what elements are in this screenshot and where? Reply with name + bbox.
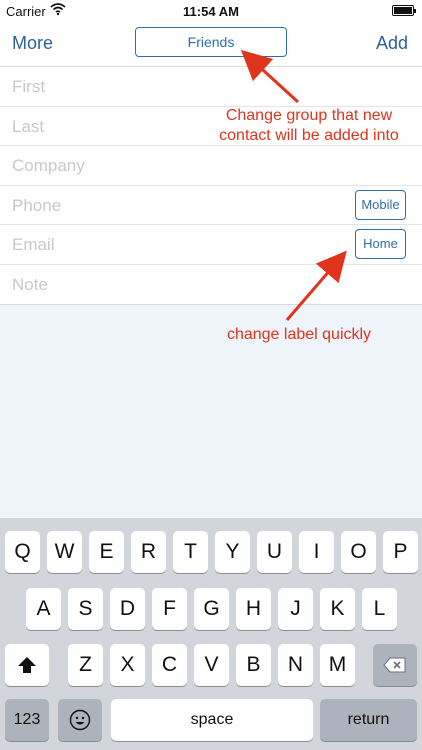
- key-f[interactable]: F: [152, 588, 187, 630]
- key-w[interactable]: W: [47, 531, 82, 573]
- key-y[interactable]: Y: [215, 531, 250, 573]
- annotation-arrows: [240, 49, 347, 321]
- key-t[interactable]: T: [173, 531, 208, 573]
- key-k[interactable]: K: [320, 588, 355, 630]
- emoji-icon: [69, 710, 91, 731]
- delete-key[interactable]: [373, 644, 417, 686]
- key-z[interactable]: Z: [68, 644, 103, 686]
- key-b[interactable]: B: [236, 644, 271, 686]
- group-annotation-arrow: [240, 49, 300, 104]
- key-u[interactable]: U: [257, 531, 292, 573]
- key-j[interactable]: J: [278, 588, 313, 630]
- space-key[interactable]: space: [111, 699, 313, 741]
- key-d[interactable]: D: [110, 588, 145, 630]
- shift-icon: [18, 657, 36, 674]
- key-q[interactable]: Q: [5, 531, 40, 573]
- key-c[interactable]: C: [152, 644, 187, 686]
- return-key[interactable]: return: [320, 699, 417, 741]
- key-n[interactable]: N: [278, 644, 313, 686]
- emoji-key[interactable]: [58, 699, 102, 741]
- key-s[interactable]: S: [68, 588, 103, 630]
- numbers-key[interactable]: 123: [5, 699, 49, 741]
- key-h[interactable]: H: [236, 588, 271, 630]
- key-x[interactable]: X: [110, 644, 145, 686]
- key-g[interactable]: G: [194, 588, 229, 630]
- key-i[interactable]: I: [299, 531, 334, 573]
- key-v[interactable]: V: [194, 644, 229, 686]
- key-m[interactable]: M: [320, 644, 355, 686]
- key-o[interactable]: O: [341, 531, 376, 573]
- delete-icon: [383, 657, 406, 673]
- keyboard: Q W E R T Y U I O P A S D F G H J K L Z …: [0, 518, 422, 750]
- shift-key[interactable]: [5, 644, 49, 686]
- key-p[interactable]: P: [383, 531, 418, 573]
- key-r[interactable]: R: [131, 531, 166, 573]
- key-l[interactable]: L: [362, 588, 397, 630]
- label-annotation-arrow: [285, 250, 347, 321]
- key-e[interactable]: E: [89, 531, 124, 573]
- key-a[interactable]: A: [26, 588, 61, 630]
